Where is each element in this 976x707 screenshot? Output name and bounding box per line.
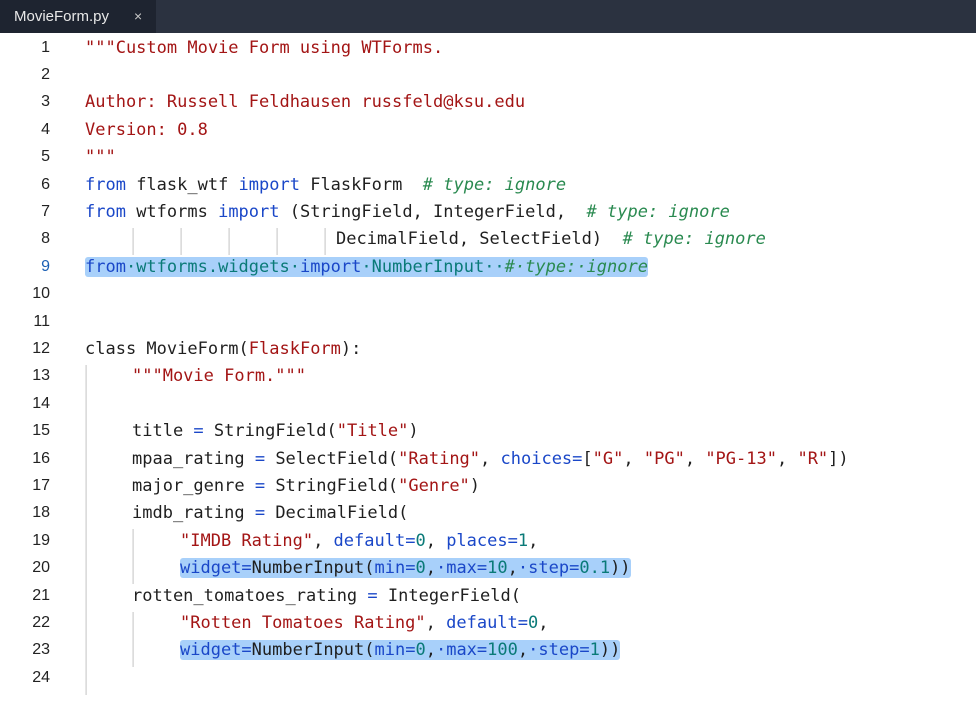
code-text: "IMDB Rating", default=0, places=1,: [180, 530, 539, 551]
code-line: 9 from·wtforms.widgets·import·NumberInpu…: [0, 253, 976, 280]
code-line: 13 """Movie Form.""": [0, 363, 976, 390]
line-number: 19: [32, 531, 50, 549]
line-number: 22: [32, 614, 50, 632]
code-editor[interactable]: 1 """Custom Movie Form using WTForms. 2 …: [0, 33, 976, 707]
code-line: 11: [0, 308, 976, 335]
code-line: 1 """Custom Movie Form using WTForms.: [0, 34, 976, 61]
code-line: 19 "IMDB Rating", default=0, places=1,: [0, 527, 976, 554]
code-line: 18 imdb_rating = DecimalField(: [0, 500, 976, 527]
code-text: """: [85, 147, 116, 168]
code-line: 23 widget=NumberInput(min=0,·max=100,·st…: [0, 637, 976, 664]
line-number: 14: [32, 394, 50, 412]
code-text: major_genre = StringField("Genre"): [132, 476, 481, 497]
line-number: 12: [32, 340, 50, 358]
code-line: 21 rotten_tomatoes_rating = IntegerField…: [0, 582, 976, 609]
code-text: from flask_wtf import FlaskForm # type: …: [85, 174, 567, 195]
code-line: 17 major_genre = StringField("Genre"): [0, 472, 976, 499]
code-text: Author: Russell Feldhausen russfeld@ksu.…: [85, 92, 526, 113]
code-line: 20 widget=NumberInput(min=0,·max=10,·ste…: [0, 555, 976, 582]
line-number: 23: [32, 641, 50, 659]
selected-code-text: widget=NumberInput(min=0,·max=100,·step=…: [180, 640, 621, 661]
line-number: 8: [41, 230, 50, 248]
code-line: 22 "Rotten Tomatoes Rating", default=0,: [0, 609, 976, 636]
code-line: 12 class MovieForm(FlaskForm):: [0, 335, 976, 362]
tab-label: MovieForm.py: [14, 8, 110, 25]
line-number: 1: [41, 38, 50, 56]
code-line: 7 from wtforms import (StringField, Inte…: [0, 198, 976, 225]
code-text: class MovieForm(FlaskForm):: [85, 339, 362, 360]
line-number: 4: [41, 120, 50, 138]
code-line: 10: [0, 281, 976, 308]
selected-code-text: from·wtforms.widgets·import·NumberInput·…: [85, 256, 648, 277]
line-number: 5: [41, 148, 50, 166]
line-number: 3: [41, 93, 50, 111]
code-line: 14: [0, 390, 976, 417]
code-text: "Rotten Tomatoes Rating", default=0,: [180, 613, 549, 634]
code-line: 3 Author: Russell Feldhausen russfeld@ks…: [0, 89, 976, 116]
line-number: 7: [41, 203, 50, 221]
code-line: 6 from flask_wtf import FlaskForm # type…: [0, 171, 976, 198]
code-text: DecimalField, SelectField) # type: ignor…: [336, 229, 766, 250]
code-text: Version: 0.8: [85, 119, 208, 140]
code-text: imdb_rating = DecimalField(: [132, 503, 409, 524]
line-number: 15: [32, 422, 50, 440]
line-number: 13: [32, 367, 50, 385]
code-text: """Custom Movie Form using WTForms.: [85, 37, 444, 58]
line-number: 21: [32, 586, 50, 604]
code-text: """Movie Form.""": [132, 366, 306, 387]
code-text: title = StringField("Title"): [132, 421, 419, 442]
line-number: 24: [32, 668, 50, 686]
selected-code-text: widget=NumberInput(min=0,·max=10,·step=0…: [180, 558, 631, 579]
code-text: mpaa_rating = SelectField("Rating", choi…: [132, 448, 849, 469]
line-number: 16: [32, 449, 50, 467]
code-line: 4 Version: 0.8: [0, 116, 976, 143]
code-line: 5 """: [0, 144, 976, 171]
line-number: 18: [32, 504, 50, 522]
code-text: rotten_tomatoes_rating = IntegerField(: [132, 585, 521, 606]
code-line: 24: [0, 664, 976, 691]
line-number: 11: [33, 312, 50, 330]
line-number: 2: [41, 66, 50, 84]
line-number: 6: [41, 175, 50, 193]
tab-bar: MovieForm.py ×: [0, 0, 976, 33]
tab-movieform[interactable]: MovieForm.py ×: [0, 0, 156, 33]
line-number: 9: [41, 257, 50, 275]
line-number: 17: [32, 477, 50, 495]
code-line: 8 DecimalField, SelectField) # type: ign…: [0, 226, 976, 253]
line-number: 10: [32, 285, 50, 303]
line-number: 20: [32, 559, 50, 577]
code-text: from wtforms import (StringField, Intege…: [85, 202, 730, 223]
code-line: 16 mpaa_rating = SelectField("Rating", c…: [0, 445, 976, 472]
code-line: 15 title = StringField("Title"): [0, 418, 976, 445]
close-icon[interactable]: ×: [134, 8, 142, 24]
code-line: 2: [0, 61, 976, 88]
